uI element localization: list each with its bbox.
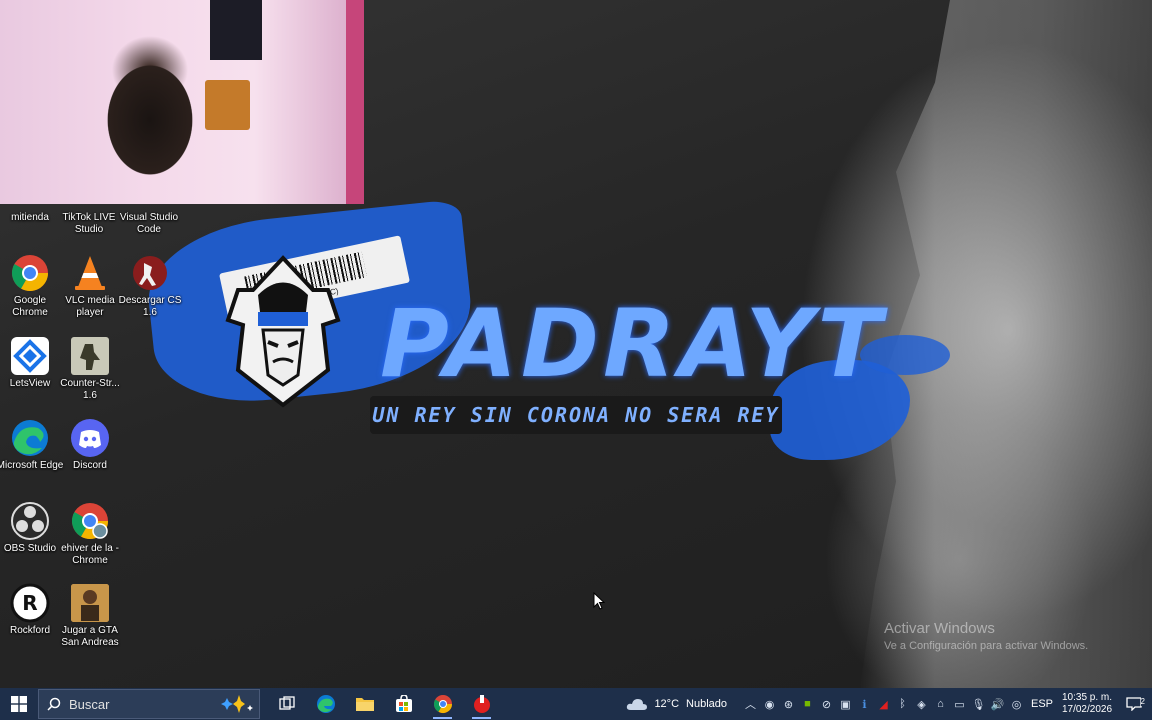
desktop-icon-label: Rockford [9, 625, 50, 636]
edge-icon [12, 420, 48, 456]
clock-date: 17/02/2026 [1061, 704, 1113, 715]
store-icon [395, 695, 412, 712]
webcam-wall-edge [346, 0, 364, 204]
desktop[interactable]: 56B-789(C) PADRAYT UN REY SIN CORONA NO … [0, 0, 1152, 688]
task-view-icon [278, 696, 295, 710]
discord-tray-icon[interactable]: ◉ [760, 698, 779, 711]
weather-temperature: 12°C [654, 698, 680, 710]
desktop-icon-label: LetsView [9, 378, 51, 389]
samurai-logo-icon [225, 255, 341, 408]
start-button[interactable] [0, 688, 38, 720]
counter-strike-icon [133, 256, 167, 290]
desktop-icon-label: Counter-Str... 1.6 [60, 378, 120, 401]
notification-count: 2 [1140, 697, 1145, 706]
desktop-icon-visual-studio-code[interactable]: Visual Studio Code [115, 212, 183, 236]
discord-icon [71, 419, 109, 457]
letsview-icon [11, 337, 49, 375]
recorder-tray-icon[interactable]: ◢ [874, 698, 893, 711]
desktop-icon-descargar-cs[interactable]: Descargar CS 1.6 [119, 250, 181, 320]
desktop-icon-obs-studio[interactable]: OBS Studio [0, 498, 60, 558]
webcam-overlay [0, 0, 364, 204]
counter-strike-soldier-icon [71, 337, 109, 375]
search-placeholder: Buscar [69, 696, 110, 712]
desktop-icon-label: Jugar a GTA San Andreas [61, 625, 119, 648]
desktop-icon-google-chrome[interactable]: Google Chrome [0, 250, 60, 320]
activate-windows-watermark: Activar Windows Ve a Configuración para … [884, 620, 1088, 652]
watermark-subtitle: Ve a Configuración para activar Windows. [884, 640, 1089, 652]
desktop-icon-label: Microsoft Edge [0, 460, 64, 471]
wallpaper-title: PADRAYT [380, 290, 886, 399]
taskbar-store-button[interactable] [384, 688, 423, 720]
desktop-icon-label: Descargar CS 1.6 [118, 295, 182, 318]
svg-text:R: R [22, 591, 37, 615]
wallpaper-slogan-box: UN REY SIN CORONA NO SERA REY [370, 396, 782, 434]
taskbar-edge-button[interactable] [306, 688, 345, 720]
desktop-icon-label: Discord [73, 460, 107, 471]
folder-icon [355, 698, 374, 711]
windows-logo-icon [11, 696, 27, 712]
taskbar-search-input[interactable]: Buscar [38, 689, 260, 719]
cloud-icon [627, 699, 648, 710]
info-tray-icon[interactable]: ℹ [855, 698, 874, 711]
bluetooth-tray-icon[interactable]: ᛒ [893, 698, 912, 710]
rockford-icon: R [10, 583, 50, 623]
clock-time: 10:35 p. m. [1061, 692, 1113, 703]
webcam-hanging-clothes [210, 0, 262, 60]
taskbar: Buscar 12°C Nublado ︿ ◉ ⊛ ■ ⊘ ▣ ℹ ◢ ᛒ ◈ … [0, 688, 1152, 720]
desktop-icon-label: OBS Studio [3, 543, 57, 554]
system-tray: 12°C Nublado ︿ ◉ ⊛ ■ ⊘ ▣ ℹ ◢ ᛒ ◈ ⌂ ▭ 🎙 🔊… [626, 688, 1152, 720]
notification-center-button[interactable]: 2 [1116, 697, 1152, 711]
desktop-icon-tiktok-live-studio[interactable]: TikTok LIVE Studio [55, 212, 123, 236]
webcam-box [205, 80, 250, 130]
desktop-icon-chrome-profile[interactable]: ehiver de la - Chrome [60, 498, 120, 568]
desktop-icon-discord[interactable]: Discord [60, 415, 120, 475]
desktop-icon-microsoft-edge[interactable]: Microsoft Edge [0, 415, 63, 485]
language-indicator[interactable]: ESP [1026, 698, 1058, 710]
usb-tray-icon[interactable]: ⌂ [931, 698, 950, 710]
chrome-profile-icon [71, 503, 108, 540]
defender-tray-icon[interactable]: ◈ [912, 698, 931, 711]
network-off-tray-icon[interactable]: ⊘ [817, 698, 836, 711]
chrome-tray-icon[interactable]: ◎ [1007, 698, 1026, 711]
watermark-title: Activar Windows [884, 620, 995, 637]
weather-condition: Nublado [686, 698, 727, 710]
vlc-cone-icon [75, 256, 105, 290]
steam-tray-icon[interactable]: ⊛ [779, 698, 798, 711]
edge-icon [316, 695, 335, 713]
wallpaper-slogan: UN REY SIN CORONA NO SERA REY [372, 403, 780, 427]
microphone-tray-icon[interactable]: 🎙 [969, 698, 988, 711]
clock[interactable]: 10:35 p. m. 17/02/2026 [1058, 692, 1116, 716]
mouse-cursor-icon [593, 592, 605, 610]
taskbar-chrome-button[interactable] [423, 688, 462, 720]
desktop-icon-label: Google Chrome [12, 295, 48, 318]
chrome-icon [11, 255, 49, 292]
search-highlight-sparkle-icon [221, 695, 253, 713]
recording-app-icon [473, 695, 490, 713]
chrome-icon [433, 695, 452, 714]
display-tray-icon[interactable]: ▭ [950, 698, 969, 711]
taskbar-file-explorer-button[interactable] [345, 688, 384, 720]
desktop-icon-letsview[interactable]: LetsView [0, 333, 60, 393]
desktop-icon-counter-strike[interactable]: Counter-Str... 1.6 [60, 333, 120, 403]
desktop-icon-rockford[interactable]: R Rockford [0, 580, 60, 640]
show-hidden-icons-chevron-up-icon[interactable]: ︿ [741, 696, 760, 712]
desktop-icon-label: ehiver de la - Chrome [61, 543, 119, 566]
app-tray-icon[interactable]: ▣ [836, 698, 855, 711]
desktop-icon-label: VLC media player [65, 295, 115, 318]
weather-widget[interactable]: 12°C Nublado [626, 697, 727, 711]
nvidia-tray-icon[interactable]: ■ [798, 698, 817, 710]
obs-icon [11, 502, 49, 540]
taskbar-recording-app-button[interactable] [462, 688, 501, 720]
volume-tray-icon[interactable]: 🔊 [988, 698, 1007, 711]
desktop-icon-gta-san-andreas[interactable]: Jugar a GTA San Andreas [60, 580, 120, 650]
desktop-icon-vlc[interactable]: VLC media player [60, 250, 120, 320]
task-view-button[interactable] [267, 688, 306, 720]
gta-san-andreas-icon [71, 584, 109, 622]
search-icon [47, 697, 61, 711]
